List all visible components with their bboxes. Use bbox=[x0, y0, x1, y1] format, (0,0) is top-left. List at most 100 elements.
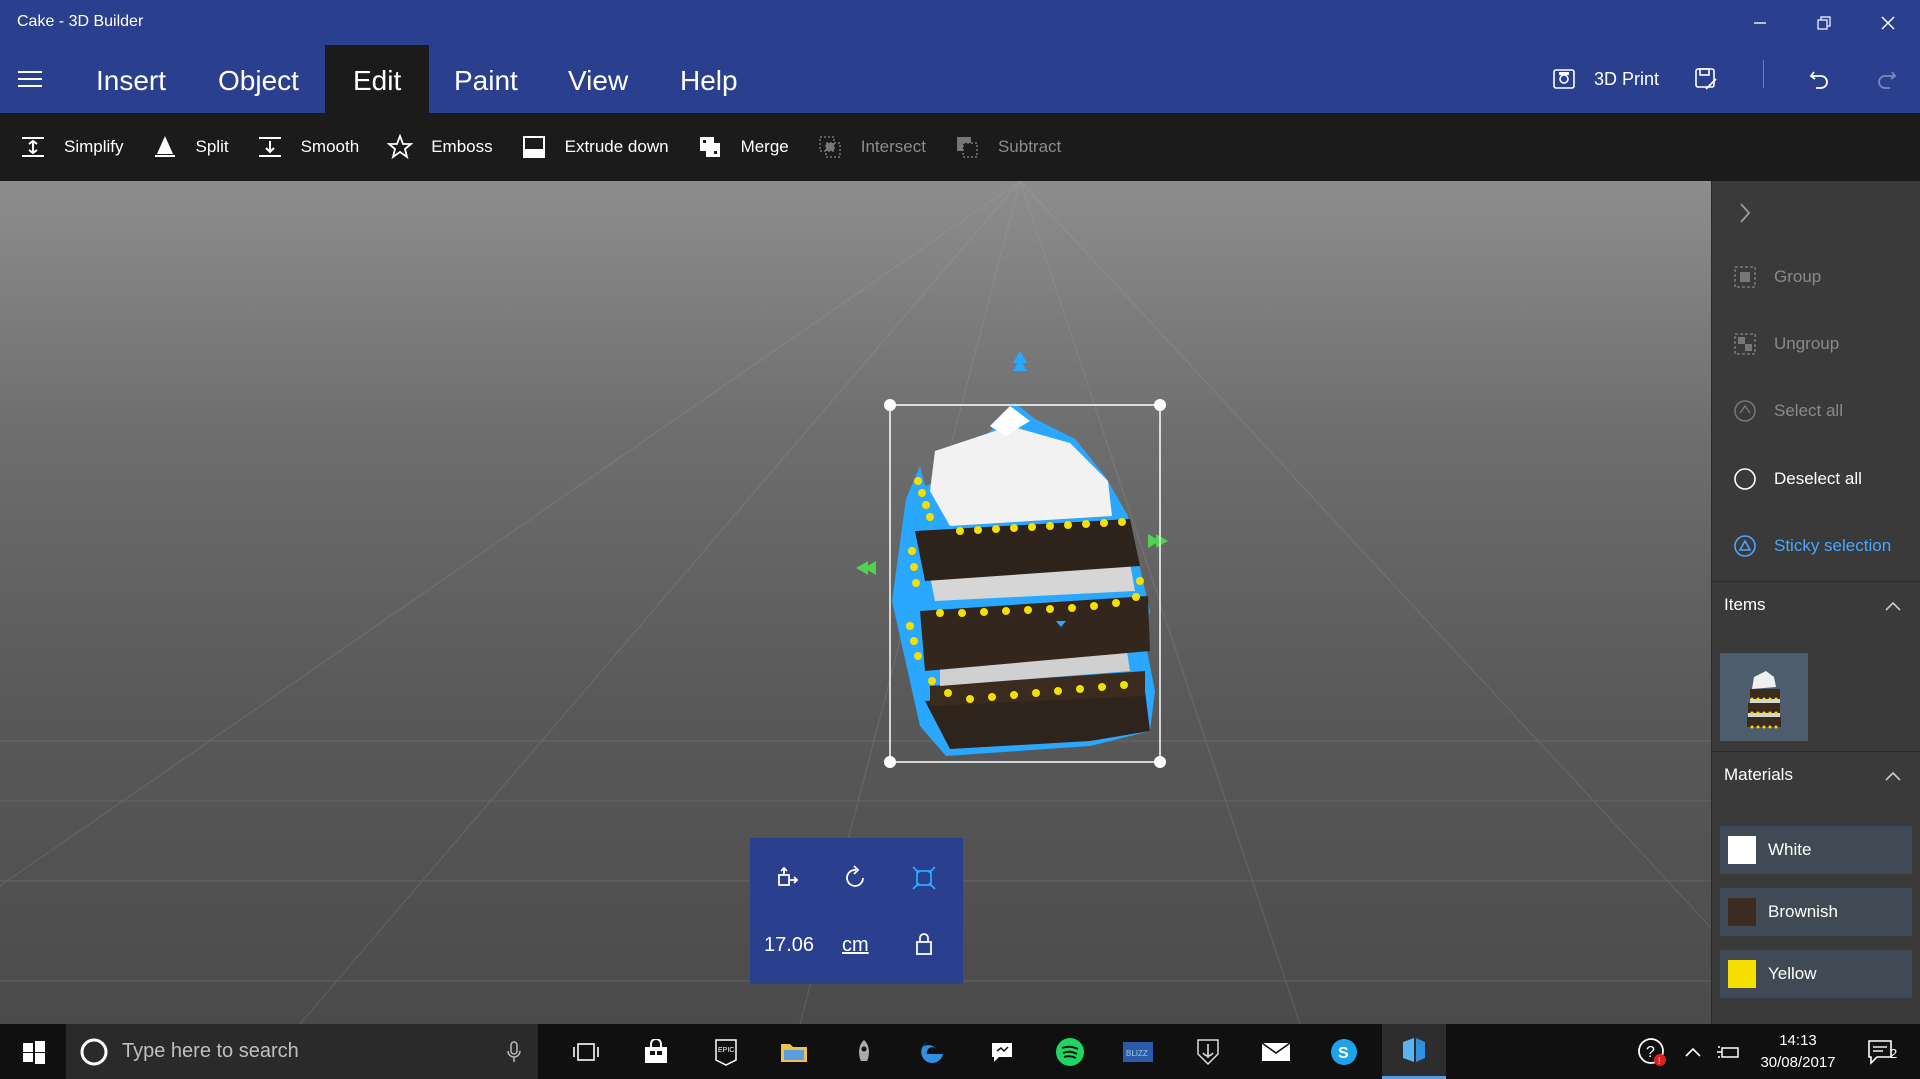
materials-section-header[interactable]: Materials bbox=[1712, 751, 1920, 797]
3d-print-button[interactable]: 3D Print bbox=[1552, 45, 1659, 113]
simplify-button[interactable]: Simplify bbox=[20, 125, 124, 169]
move-left-handle bbox=[856, 561, 876, 575]
edit-toolbar: Simplify Split Smooth Emboss Extrude dow… bbox=[0, 113, 1920, 181]
tab-help[interactable]: Help bbox=[652, 45, 766, 113]
material-brownish[interactable]: Brownish bbox=[1720, 888, 1912, 936]
deselect-all-icon bbox=[1732, 466, 1758, 492]
material-white[interactable]: White bbox=[1720, 826, 1912, 874]
extrude-down-label: Extrude down bbox=[564, 137, 669, 156]
deselect-all-label: Deselect all bbox=[1774, 469, 1862, 488]
scale-mode-button[interactable] bbox=[904, 858, 944, 898]
tab-view[interactable]: View bbox=[540, 45, 656, 113]
taskbar-clock[interactable]: 14:13 30/08/2017 bbox=[1748, 1030, 1848, 1074]
messaging-app[interactable] bbox=[972, 1024, 1032, 1079]
world-of-warships-app[interactable] bbox=[1178, 1024, 1238, 1079]
transform-panel: 17.06 cm bbox=[750, 838, 963, 984]
svg-text:EPIC: EPIC bbox=[718, 1047, 734, 1054]
simplify-icon bbox=[20, 134, 46, 160]
clock-date: 30/08/2017 bbox=[1760, 1054, 1836, 1071]
undo-icon bbox=[1809, 71, 1828, 89]
file-explorer-app[interactable] bbox=[764, 1024, 824, 1079]
material-label: Yellow bbox=[1768, 964, 1817, 983]
lock-aspect-button[interactable] bbox=[904, 924, 944, 964]
3d-builder-app[interactable] bbox=[1382, 1024, 1446, 1079]
edge-app[interactable] bbox=[902, 1024, 962, 1079]
hamburger-menu-button[interactable] bbox=[18, 71, 42, 87]
sticky-selection-icon bbox=[1732, 533, 1758, 559]
windows-icon bbox=[23, 1040, 45, 1064]
merge-label: Merge bbox=[740, 137, 789, 156]
start-button[interactable] bbox=[4, 1024, 64, 1079]
svg-text:S: S bbox=[1338, 1045, 1349, 1062]
blizzard-app[interactable]: BLIZZ bbox=[1108, 1024, 1168, 1079]
chevron-right-icon bbox=[1732, 200, 1758, 226]
rotate-mode-button[interactable] bbox=[836, 858, 876, 898]
skype-app[interactable]: S bbox=[1314, 1024, 1374, 1079]
group-button[interactable]: Group bbox=[1712, 257, 1920, 297]
subtract-button[interactable]: Subtract bbox=[954, 125, 1061, 169]
smooth-button[interactable]: Smooth bbox=[257, 125, 359, 169]
power-tray-icon[interactable] bbox=[1710, 1024, 1746, 1079]
extrude-down-button[interactable]: Extrude down bbox=[521, 125, 669, 169]
intersect-label: Intersect bbox=[860, 137, 926, 156]
store-app[interactable] bbox=[626, 1024, 686, 1079]
notification-count: 2 bbox=[1890, 1046, 1898, 1061]
anchor-shield-icon bbox=[1197, 1038, 1219, 1065]
item-thumbnail-cake[interactable] bbox=[1720, 653, 1808, 741]
move-mode-button[interactable] bbox=[768, 858, 808, 898]
tab-insert[interactable]: Insert bbox=[68, 45, 194, 113]
tab-object[interactable]: Object bbox=[190, 45, 327, 113]
split-icon bbox=[152, 134, 178, 160]
minimize-button[interactable] bbox=[1728, 0, 1792, 45]
subtract-label: Subtract bbox=[997, 137, 1062, 156]
chat-icon bbox=[992, 1042, 1012, 1062]
restore-button[interactable] bbox=[1792, 0, 1856, 45]
sticky-selection-toggle[interactable]: Sticky selection bbox=[1712, 526, 1920, 566]
help-tray-icon[interactable]: ?! bbox=[1630, 1024, 1674, 1079]
split-label: Split bbox=[195, 137, 229, 156]
emboss-button[interactable]: Emboss bbox=[387, 125, 493, 169]
tab-paint[interactable]: Paint bbox=[426, 45, 546, 113]
svg-text:BLIZZ: BLIZZ bbox=[1126, 1049, 1148, 1058]
cortana-icon bbox=[80, 1038, 108, 1065]
mail-app[interactable] bbox=[1246, 1024, 1306, 1079]
merge-button[interactable]: Merge bbox=[697, 125, 789, 169]
intersect-button[interactable]: Intersect bbox=[817, 125, 926, 169]
size-value[interactable]: 17.06 bbox=[764, 934, 814, 957]
taskbar-search-box[interactable]: Type here to search bbox=[66, 1024, 538, 1079]
deselect-all-button[interactable]: Deselect all bbox=[1712, 459, 1920, 499]
edge-icon bbox=[921, 1040, 943, 1063]
epic-games-app[interactable]: EPIC bbox=[696, 1024, 756, 1079]
collapse-panel-button[interactable] bbox=[1712, 193, 1920, 233]
show-hidden-icons-button[interactable] bbox=[1676, 1024, 1710, 1079]
smooth-icon bbox=[257, 134, 283, 160]
task-view-icon bbox=[573, 1042, 599, 1061]
svg-text:!: ! bbox=[1658, 1056, 1661, 1066]
save-icon bbox=[1695, 68, 1717, 90]
save-button[interactable] bbox=[1694, 45, 1718, 113]
select-all-button[interactable]: Select all bbox=[1712, 391, 1920, 431]
redo-button[interactable] bbox=[1876, 45, 1898, 113]
rocket-app[interactable] bbox=[834, 1024, 894, 1079]
battery-plug-icon bbox=[1717, 1045, 1739, 1058]
material-yellow[interactable]: Yellow bbox=[1720, 950, 1912, 998]
unit-selector[interactable]: cm bbox=[842, 934, 869, 957]
material-swatch bbox=[1728, 960, 1756, 988]
split-button[interactable]: Split bbox=[152, 125, 229, 169]
extrude-down-icon bbox=[521, 134, 547, 160]
ungroup-button[interactable]: Ungroup bbox=[1712, 324, 1920, 364]
spotify-app[interactable] bbox=[1040, 1024, 1100, 1079]
material-label: White bbox=[1768, 840, 1812, 859]
skype-icon: S bbox=[1331, 1038, 1357, 1065]
svg-text:?: ? bbox=[1646, 1044, 1655, 1061]
task-view-button[interactable] bbox=[556, 1024, 616, 1079]
items-section-header[interactable]: Items bbox=[1712, 581, 1920, 627]
chevron-up-icon bbox=[1685, 1047, 1701, 1057]
close-button[interactable] bbox=[1856, 0, 1920, 45]
action-center-button[interactable]: 2 bbox=[1852, 1024, 1912, 1079]
undo-button[interactable] bbox=[1808, 45, 1830, 113]
tab-edit[interactable]: Edit bbox=[325, 45, 430, 113]
material-swatch bbox=[1728, 836, 1756, 864]
ungroup-label: Ungroup bbox=[1774, 334, 1840, 353]
emboss-label: Emboss bbox=[431, 137, 493, 156]
